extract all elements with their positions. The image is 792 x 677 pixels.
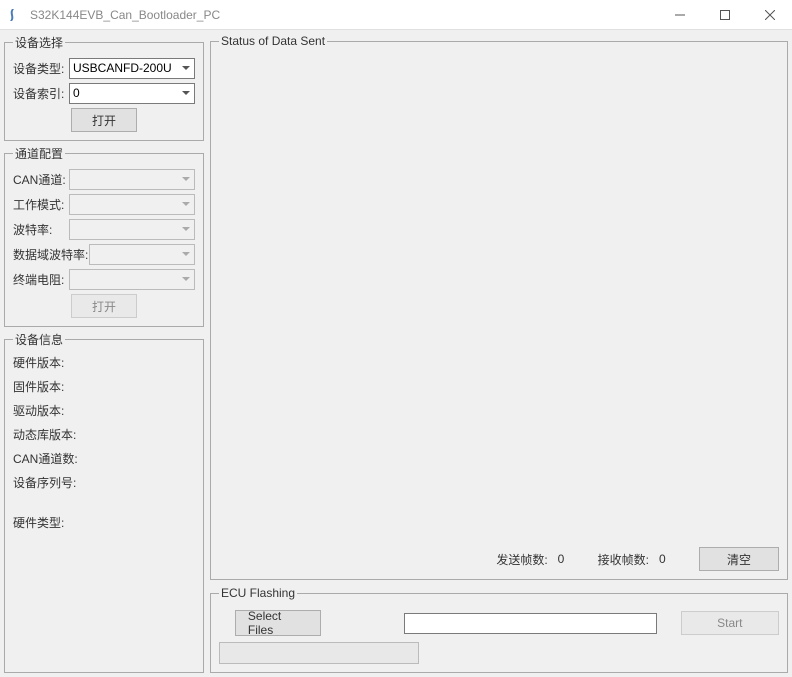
chevron-down-icon <box>177 170 194 189</box>
window-title: S32K144EVB_Can_Bootloader_PC <box>30 8 657 22</box>
ecu-flashing-group: ECU Flashing Select Files Start <box>210 586 788 673</box>
device-index-combo[interactable]: 0 <box>69 83 195 104</box>
device-open-button[interactable]: 打开 <box>71 108 137 132</box>
device-type-value: USBCANFD-200U <box>73 61 172 75</box>
chevron-down-icon <box>177 59 194 78</box>
drv-version-label: 驱动版本: <box>13 404 64 418</box>
term-res-label: 终端电阻: <box>13 271 69 288</box>
chevron-down-icon <box>177 245 194 264</box>
status-group: Status of Data Sent 发送帧数: 0 接收帧数: 0 清空 <box>210 34 788 580</box>
device-info-legend: 设备信息 <box>13 331 65 348</box>
fw-version-label: 固件版本: <box>13 380 64 394</box>
can-count-label: CAN通道数: <box>13 452 78 466</box>
sent-frames-value: 0 <box>558 552 588 566</box>
status-log-area <box>219 54 779 543</box>
device-select-group: 设备选择 设备类型: USBCANFD-200U 设备索引: 0 打开 <box>4 34 204 141</box>
recv-frames-value: 0 <box>659 552 689 566</box>
channel-open-button[interactable]: 打开 <box>71 294 137 318</box>
close-button[interactable] <box>747 0 792 30</box>
term-res-combo[interactable] <box>69 269 195 290</box>
maximize-button[interactable] <box>702 0 747 30</box>
work-mode-combo[interactable] <box>69 194 195 215</box>
chevron-down-icon <box>177 195 194 214</box>
status-legend: Status of Data Sent <box>219 34 327 48</box>
chevron-down-icon <box>177 270 194 289</box>
file-path-field[interactable] <box>404 613 657 634</box>
recv-frames-label: 接收帧数: <box>598 551 649 568</box>
start-button[interactable]: Start <box>681 611 779 635</box>
device-type-combo[interactable]: USBCANFD-200U <box>69 58 195 79</box>
window-controls <box>657 0 792 30</box>
device-type-label: 设备类型: <box>13 60 69 77</box>
can-channel-label: CAN通道: <box>13 171 69 188</box>
flash-progress-bar <box>219 642 419 664</box>
select-files-button[interactable]: Select Files <box>235 610 321 636</box>
device-select-legend: 设备选择 <box>13 34 65 51</box>
data-baud-label: 数据域波特率: <box>13 246 89 263</box>
channel-config-legend: 通道配置 <box>13 145 65 162</box>
serial-label: 设备序列号: <box>13 476 76 490</box>
device-index-value: 0 <box>73 86 80 100</box>
lib-version-label: 动态库版本: <box>13 428 76 442</box>
ecu-flashing-legend: ECU Flashing <box>219 586 297 600</box>
baud-label: 波特率: <box>13 221 69 238</box>
hw-type-label: 硬件类型: <box>13 516 64 530</box>
work-mode-label: 工作模式: <box>13 196 69 213</box>
app-icon <box>8 7 24 23</box>
clear-button[interactable]: 清空 <box>699 547 779 571</box>
chevron-down-icon <box>177 220 194 239</box>
minimize-button[interactable] <box>657 0 702 30</box>
baud-combo[interactable] <box>69 219 195 240</box>
channel-config-group: 通道配置 CAN通道: 工作模式: 波特率: <box>4 145 204 327</box>
can-channel-combo[interactable] <box>69 169 195 190</box>
titlebar: S32K144EVB_Can_Bootloader_PC <box>0 0 792 30</box>
chevron-down-icon <box>177 84 194 103</box>
device-index-label: 设备索引: <box>13 85 69 102</box>
data-baud-combo[interactable] <box>89 244 195 265</box>
device-info-group: 设备信息 硬件版本: 固件版本: 驱动版本: 动态库版本: CAN通道数: 设备… <box>4 331 204 673</box>
hw-version-label: 硬件版本: <box>13 356 64 370</box>
sent-frames-label: 发送帧数: <box>496 551 547 568</box>
